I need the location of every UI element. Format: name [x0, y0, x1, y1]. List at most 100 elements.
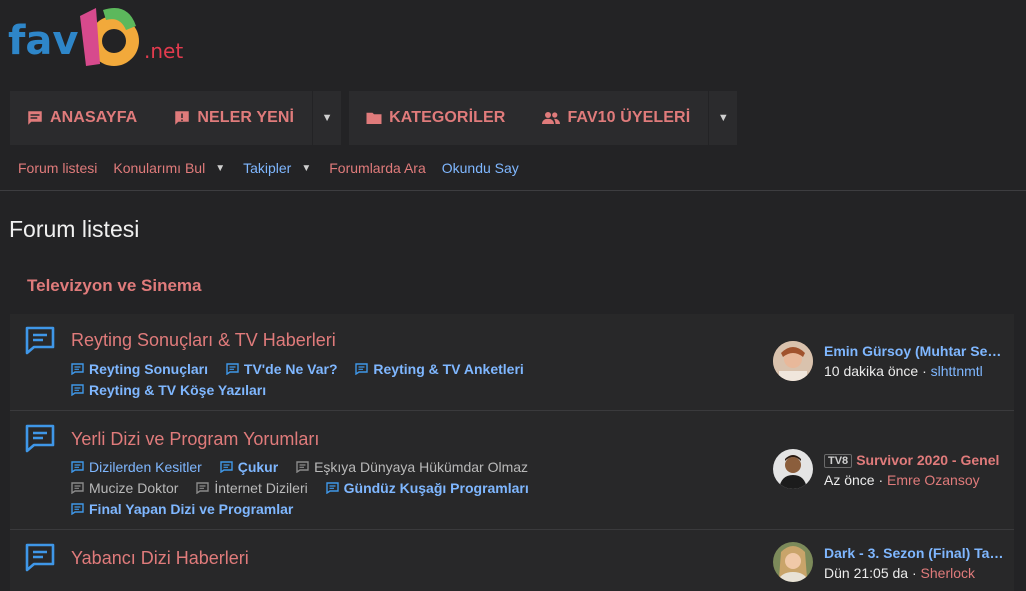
nav-tab-categories[interactable]: KATEGORİLER [349, 91, 523, 145]
sub-forum-link[interactable]: İnternet Dizileri [196, 478, 308, 498]
sub-forum-label: Reyting & TV Köşe Yazıları [89, 382, 267, 398]
sub-forum-link[interactable]: Reyting Sonuçları [71, 359, 208, 379]
meta-separator: · [874, 472, 888, 488]
category-title[interactable]: Televizyon ve Sinema [27, 276, 201, 296]
sub-forum-link[interactable]: Gündüz Kuşağı Programları [325, 478, 529, 498]
thread-prefix-badge[interactable]: TV8 [824, 454, 853, 468]
latest-thread-title[interactable]: Emin Gürsoy (Muhtar Sefer) [824, 343, 1004, 359]
sub-forum-link[interactable]: TV'de Ne Var? [226, 359, 338, 379]
sub-forum-link[interactable]: Mucize Doktor [71, 478, 178, 498]
subnav-search-forums[interactable]: Forumlarda Ara [321, 154, 433, 182]
logo-one-shape [80, 8, 100, 66]
forum-chat-icon [25, 543, 55, 572]
logo-zero-hole [102, 29, 126, 53]
chevron-down-icon: ▼ [717, 112, 729, 124]
avatar[interactable] [773, 341, 813, 381]
latest-thread-title-text: Survivor 2020 - Genel [856, 452, 1000, 468]
nav-tab-members-label: FAV10 ÜYELERİ [567, 109, 691, 126]
users-icon [542, 112, 561, 124]
sub-forum-link[interactable]: Reyting & TV Köşe Yazıları [71, 380, 266, 400]
latest-time: Dün 21:05 da [824, 565, 909, 581]
members-dropdown-toggle[interactable]: ▼ [708, 91, 737, 145]
sub-forum-label: Reyting & TV Anketleri [373, 361, 524, 377]
header-divider [0, 190, 1026, 191]
sub-forum-label: Çukur [237, 459, 279, 475]
sub-forum-link[interactable]: Çukur [220, 457, 278, 477]
sub-forum-link[interactable]: Final Yapan Dizi ve Programlar [71, 499, 293, 519]
avatar-photo [773, 449, 813, 489]
sub-forum-link[interactable]: Eşkıya Dünyaya Hükümdar Olmaz [296, 457, 528, 477]
nav-tab-categories-label: KATEGORİLER [389, 109, 506, 126]
latest-time: Az önce [824, 472, 875, 488]
avatar[interactable] [773, 449, 813, 489]
latest-time: 10 dakika önce [824, 363, 919, 379]
meta-separator: · [908, 565, 921, 581]
nav-tab-whats-new-label: NELER YENİ [197, 109, 295, 126]
sub-forum-label: Mucize Doktor [89, 480, 179, 496]
subnav-mark-read[interactable]: Okundu Say [434, 154, 527, 182]
sub-forum-label: TV'de Ne Var? [243, 361, 338, 377]
nav-tab-home-label: ANASAYFA [50, 109, 138, 126]
forum-chat-icon [25, 326, 55, 355]
latest-username[interactable]: Emre Ozansoy [887, 472, 980, 488]
sub-forum-link[interactable]: Reyting & TV Anketleri [355, 359, 524, 379]
latest-username[interactable]: Sherlock [921, 565, 975, 581]
forum-node: Yabancı Dizi Haberleri Dark - 3. Sezon (… [10, 530, 1014, 591]
forum-chat-icon [25, 424, 55, 453]
avatar[interactable] [773, 542, 813, 582]
meta-separator: · [918, 363, 931, 379]
subnav-watched[interactable]: Takipler [235, 154, 299, 182]
avatar-photo [773, 341, 813, 381]
sub-forum-icon [71, 363, 84, 375]
sub-forum-icon [71, 503, 84, 515]
nav-tab-whats-new[interactable]: NELER YENİ [155, 91, 312, 145]
sub-forum-label: Gündüz Kuşağı Programları [343, 480, 529, 496]
latest-thread-title[interactable]: Dark - 3. Sezon (Final) Tanıtım [824, 545, 1004, 561]
whats-new-dropdown-toggle[interactable]: ▼ [312, 91, 341, 145]
sub-forum-icon [355, 363, 369, 375]
latest-thread-meta: 10 dakika önce · slhttnmtl [824, 363, 983, 379]
forum-node-title[interactable]: Yerli Dizi ve Program Yorumları [71, 429, 319, 450]
latest-username[interactable]: slhttnmtl [931, 363, 983, 379]
nav-tab-members[interactable]: FAV10 ÜYELERİ [523, 91, 708, 145]
folder-icon [366, 112, 382, 124]
forum-node-title[interactable]: Reyting Sonuçları & TV Haberleri [71, 330, 336, 351]
sub-forum-label: Dizilerden Kesitler [89, 459, 202, 475]
logo-fav-text: fav [8, 18, 78, 64]
sub-forum-label: İnternet Dizileri [214, 480, 308, 496]
sub-forum-list: Reyting Sonuçları TV'de Ne Var? Reyting … [71, 359, 571, 401]
chat-icon [28, 111, 42, 125]
subnav-forum-list[interactable]: Forum listesi [10, 154, 105, 182]
sub-forum-icon [196, 482, 210, 494]
sub-forum-icon [325, 482, 339, 494]
sub-forum-icon [220, 461, 233, 473]
latest-thread-title[interactable]: TV8 Survivor 2020 - Genel [824, 452, 1004, 468]
sub-forum-label: Reyting Sonuçları [89, 361, 209, 377]
site-logo[interactable]: fav .net [8, 4, 198, 70]
chevron-down-icon[interactable]: ▼ [213, 163, 235, 174]
avatar-photo [773, 542, 813, 582]
sub-forum-icon [296, 461, 309, 473]
sub-forum-list: Dizilerden Kesitler Çukur Eşkıya Dünyaya… [71, 457, 551, 520]
latest-thread-meta: Az önce · Emre Ozansoy [824, 472, 980, 488]
alert-bubble-icon [175, 111, 190, 125]
sub-forum-label: Final Yapan Dizi ve Programlar [89, 501, 294, 517]
forum-node: Yerli Dizi ve Program Yorumları Dizilerd… [10, 411, 1014, 529]
forum-node: Reyting Sonuçları & TV Haberleri Reyting… [10, 314, 1014, 410]
sub-forum-icon [71, 461, 84, 473]
latest-thread-meta: Dün 21:05 da · Sherlock [824, 565, 975, 581]
sub-forum-link[interactable]: Dizilerden Kesitler [71, 457, 202, 477]
nav-tab-home[interactable]: ANASAYFA [10, 91, 155, 145]
subnav-find-threads[interactable]: Konularımı Bul [105, 154, 213, 182]
main-nav: ANASAYFA NELER YENİ ▼ KATEGORİLER FAV10 … [10, 91, 745, 145]
chevron-down-icon[interactable]: ▼ [299, 163, 321, 174]
sub-forum-icon [71, 384, 84, 396]
latest-thread-title-text: Dark - 3. Sezon (Final) Tanıtım [824, 545, 1004, 561]
sub-forum-label: Eşkıya Dünyaya Hükümdar Olmaz [314, 459, 529, 475]
sub-nav: Forum listesi Konularımı Bul ▼ Takipler … [10, 153, 527, 183]
chevron-down-icon: ▼ [321, 112, 333, 124]
logo-net-text: .net [144, 39, 183, 63]
nav-group-right: KATEGORİLER FAV10 ÜYELERİ ▼ [349, 91, 738, 145]
forum-node-title[interactable]: Yabancı Dizi Haberleri [71, 548, 249, 569]
latest-thread-title-text: Emin Gürsoy (Muhtar Sefer) [824, 343, 1004, 359]
